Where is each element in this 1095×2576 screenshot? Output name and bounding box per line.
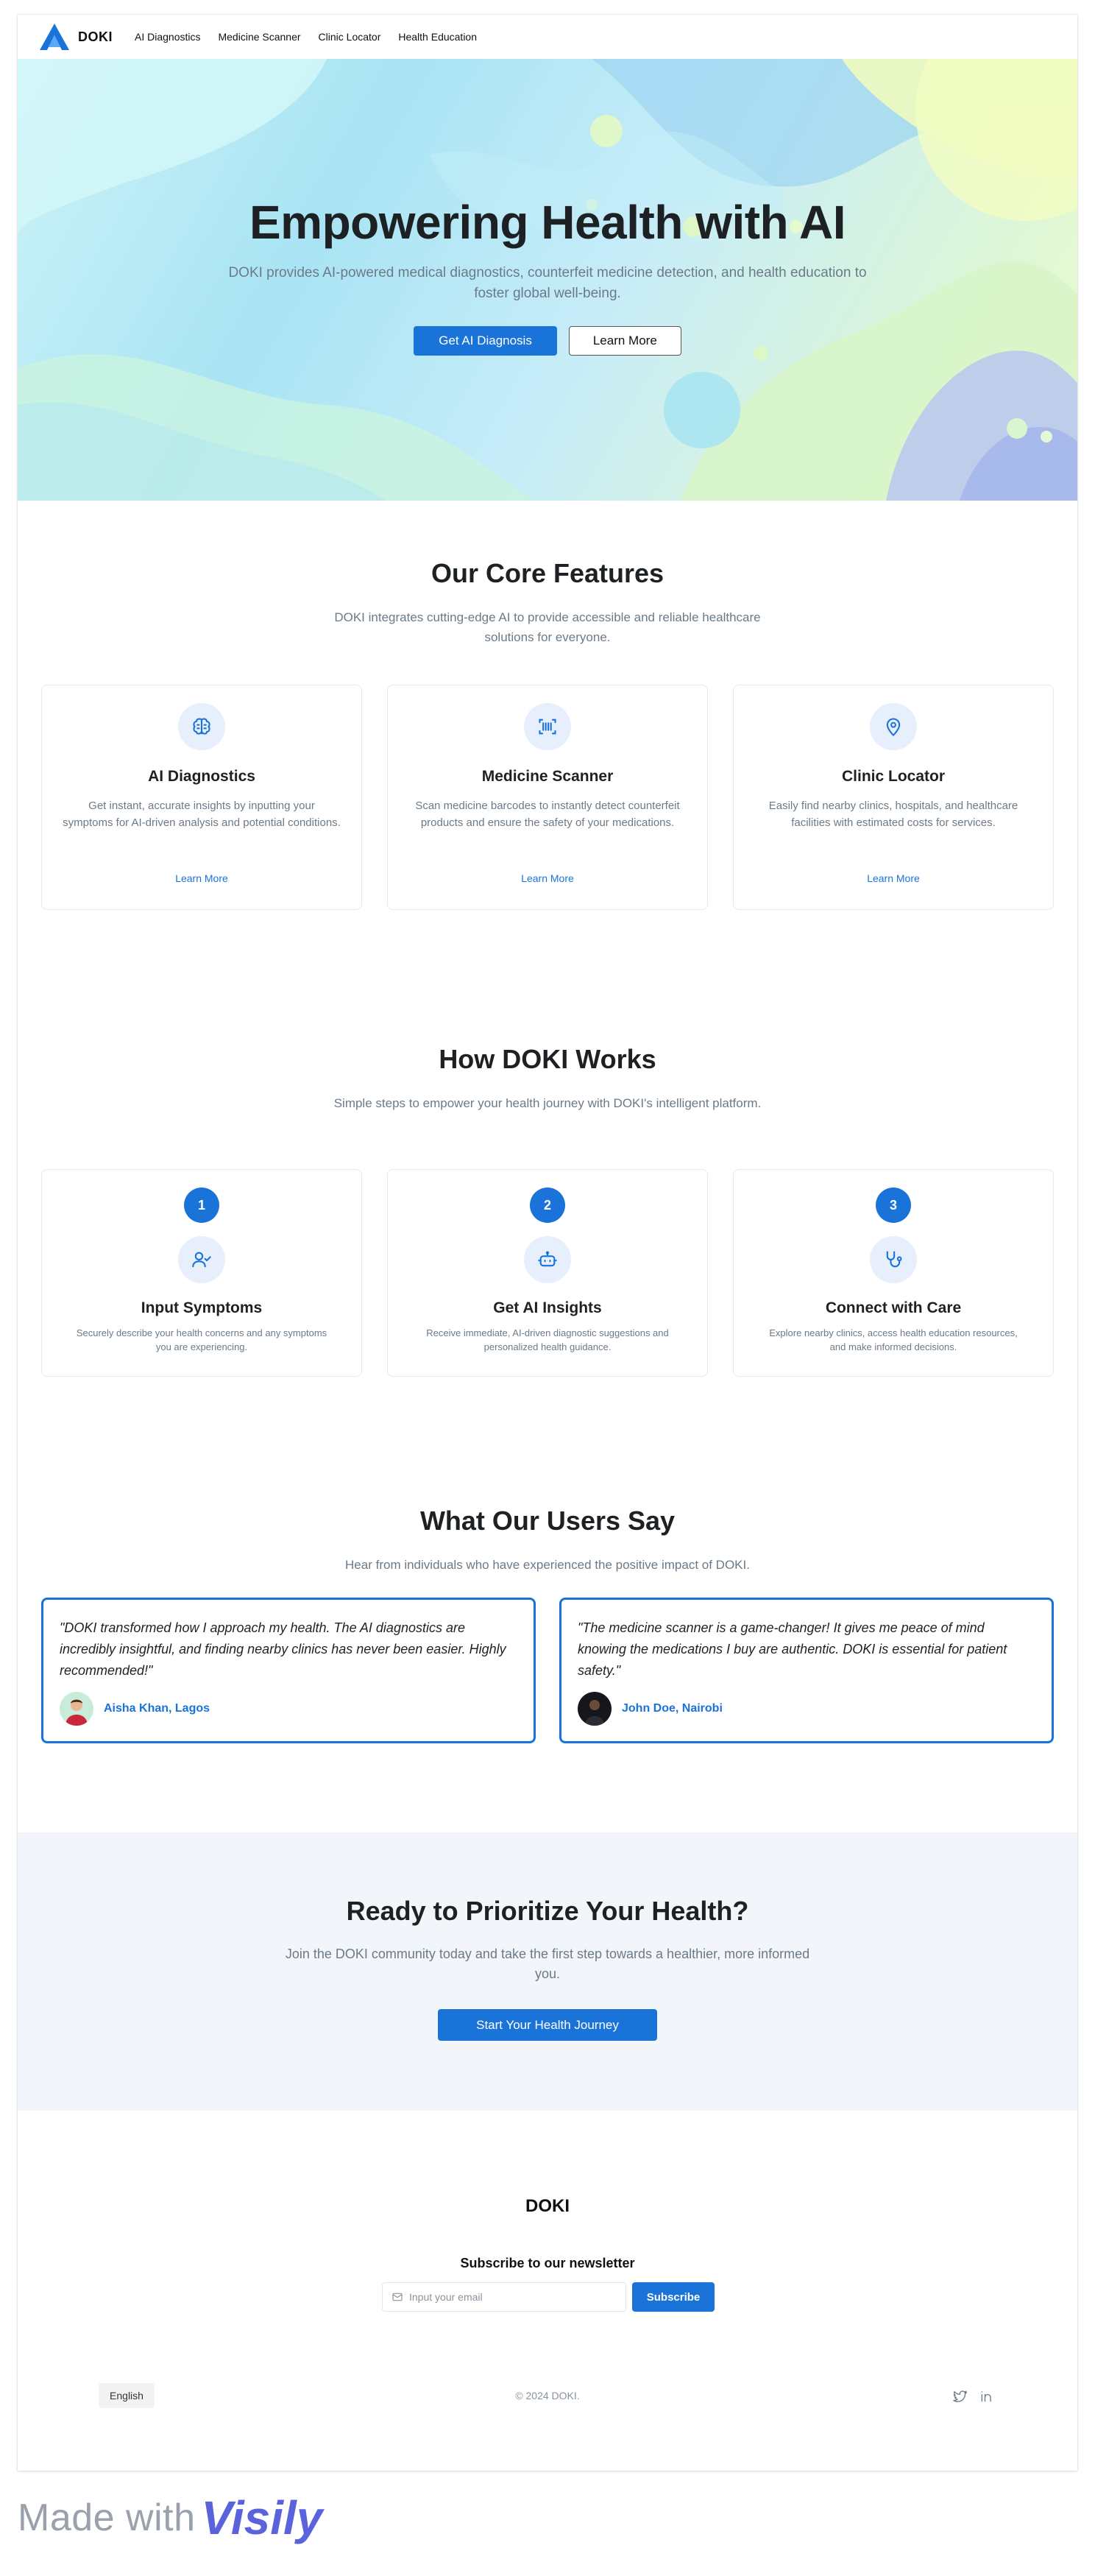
get-ai-diagnosis-button[interactable]: Get AI Diagnosis <box>414 326 557 356</box>
step-description: Receive immediate, AI-driven diagnostic … <box>426 1327 669 1352</box>
feature-learn-more-link[interactable]: Learn More <box>734 872 1053 884</box>
feature-card-medicine-scanner: Medicine Scanner Scan medicine barcodes … <box>387 685 708 910</box>
feature-card-title: Clinic Locator <box>841 768 946 785</box>
learn-more-button[interactable]: Learn More <box>568 326 681 356</box>
features-title: Our Core Features <box>430 558 665 588</box>
footer-brand: DOKI <box>525 2196 570 2216</box>
hero-section: Empowering Health with AI DOKI provides … <box>18 59 1077 501</box>
cta-title: Ready to Prioritize Your Health? <box>346 1896 749 1926</box>
step-title: Get AI Insights <box>493 1299 602 1316</box>
step-number-badge: 3 <box>876 1188 911 1223</box>
feature-learn-more-link[interactable]: Learn More <box>388 872 707 884</box>
nav-link-clinic-locator[interactable]: Clinic Locator <box>319 31 381 43</box>
brand-logo[interactable]: DOKI <box>38 22 113 52</box>
stethoscope-icon <box>886 1251 902 1268</box>
linkedin-link[interactable] <box>977 2387 996 2406</box>
barcode-scan-icon <box>539 719 556 735</box>
testimonial-author: Aisha Khan, Lagos <box>104 1702 210 1715</box>
feature-card-ai-diagnostics: AI Diagnostics Get instant, accurate ins… <box>41 685 362 910</box>
step-icon-circle <box>870 1236 917 1283</box>
hero-content: Empowering Health with AI DOKI provides … <box>18 195 1077 356</box>
avatar-aisha-icon <box>60 1692 93 1726</box>
testimonial-quote: "DOKI transformed how I approach my heal… <box>60 1620 506 1678</box>
step-card-input-symptoms: 1 Input Symptoms Securely describe your … <box>41 1169 362 1377</box>
feature-icon-circle <box>870 703 917 750</box>
email-input[interactable] <box>409 2291 615 2303</box>
mail-icon <box>392 2293 403 2301</box>
made-with-text: Made with <box>18 2496 196 2539</box>
feature-icon-circle <box>524 703 571 750</box>
step-icon-circle <box>178 1236 225 1283</box>
step-icon-circle <box>524 1236 571 1283</box>
twitter-icon <box>953 2390 967 2402</box>
avatar <box>578 1692 612 1726</box>
testimonial-card: "DOKI transformed how I approach my heal… <box>41 1598 536 1743</box>
feature-card-title: Medicine Scanner <box>481 768 614 785</box>
start-health-journey-button[interactable]: Start Your Health Journey <box>438 2009 657 2041</box>
feature-icon-circle <box>178 703 225 750</box>
top-navigation: DOKI AI Diagnostics Medicine Scanner Cli… <box>18 15 1077 59</box>
hero-subtitle: DOKI provides AI-powered medical diagnos… <box>228 265 867 301</box>
step-number-badge: 1 <box>184 1188 219 1223</box>
feature-card-description: Get instant, accurate insights by inputt… <box>63 800 341 829</box>
how-it-works-title: How DOKI Works <box>439 1044 656 1074</box>
step-card-connect-with-care: 3 Connect with Care Explore nearby clini… <box>733 1169 1054 1377</box>
testimonial-card: "The medicine scanner is a game-changer!… <box>559 1598 1054 1743</box>
hero-buttons: Get AI Diagnosis Learn More <box>18 326 1077 356</box>
testimonials-subtitle: Hear from individuals who have experienc… <box>345 1558 750 1572</box>
email-field-wrapper <box>382 2282 626 2312</box>
step-number-badge: 2 <box>530 1188 565 1223</box>
subscribe-button[interactable]: Subscribe <box>632 2282 715 2312</box>
visily-logo: Visily <box>201 2491 323 2544</box>
page: DOKI AI Diagnostics Medicine Scanner Cli… <box>18 15 1077 2471</box>
brain-icon <box>193 718 210 735</box>
nav-link-medicine-scanner[interactable]: Medicine Scanner <box>218 31 300 43</box>
user-check-icon <box>192 1252 211 1268</box>
feature-card-clinic-locator: Clinic Locator Easily find nearby clinic… <box>733 685 1054 910</box>
step-description: Securely describe your health concerns a… <box>76 1327 327 1352</box>
step-title: Connect with Care <box>825 1299 962 1316</box>
feature-card-description: Scan medicine barcodes to instantly dete… <box>415 800 680 829</box>
doki-logo-icon <box>40 24 69 50</box>
how-it-works-subtitle: Simple steps to empower your health jour… <box>333 1096 762 1110</box>
testimonial-author: John Doe, Nairobi <box>622 1702 723 1715</box>
step-title: Input Symptoms <box>141 1299 263 1316</box>
nav-link-ai-diagnostics[interactable]: AI Diagnostics <box>135 31 200 43</box>
robot-icon <box>538 1251 557 1267</box>
newsletter-form: Subscribe <box>382 2282 715 2312</box>
twitter-link[interactable] <box>951 2387 970 2406</box>
brand-name: DOKI <box>78 29 113 44</box>
avatar-john-icon <box>578 1692 612 1726</box>
made-with-visily-badge[interactable]: Made with Visily <box>18 2491 322 2545</box>
hero-title: Empowering Health with AI <box>249 196 846 249</box>
map-pin-icon <box>886 718 901 736</box>
testimonial-quote: "The medicine scanner is a game-changer!… <box>578 1620 1007 1678</box>
cta-subtitle: Join the DOKI community today and take t… <box>285 1947 810 1981</box>
nav-link-health-education[interactable]: Health Education <box>398 31 477 43</box>
copyright-text: © 2024 DOKI. <box>515 2390 580 2402</box>
feature-card-description: Easily find nearby clinics, hospitals, a… <box>768 800 1018 829</box>
feature-card-title: AI Diagnostics <box>148 768 255 785</box>
avatar <box>60 1692 93 1726</box>
testimonials-title: What Our Users Say <box>419 1506 676 1536</box>
step-card-get-ai-insights: 2 Get AI Insights Receive immediate, AI-… <box>387 1169 708 1377</box>
step-description: Explore nearby clinics, access health ed… <box>769 1327 1018 1352</box>
features-subtitle: DOKI integrates cutting-edge AI to provi… <box>334 610 761 644</box>
newsletter-title: Subscribe to our newsletter <box>460 2256 635 2270</box>
linkedin-icon <box>981 2391 991 2402</box>
cta-section: Ready to Prioritize Your Health? Join th… <box>18 1832 1077 2111</box>
feature-learn-more-link[interactable]: Learn More <box>42 872 361 884</box>
